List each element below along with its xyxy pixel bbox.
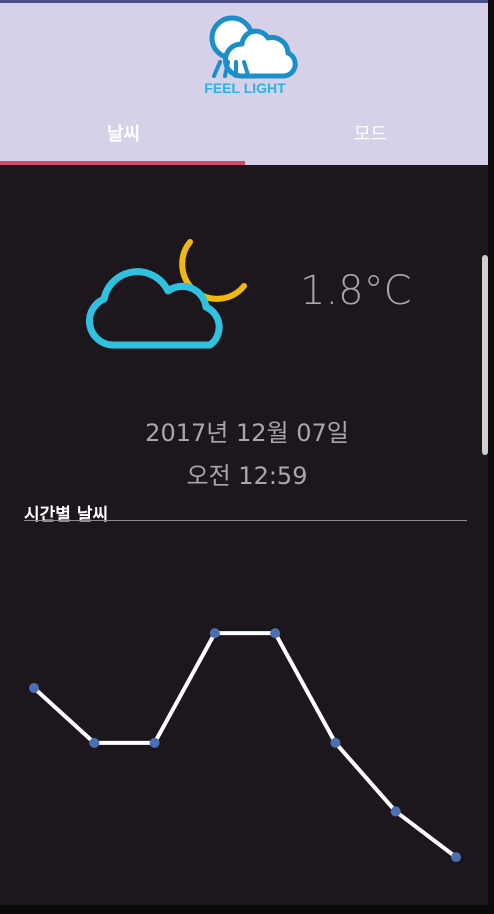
hourly-weather-title: 시간별 날씨 (24, 505, 109, 525)
data-point-8 (451, 852, 461, 863)
active-tab-indicator (0, 161, 245, 165)
data-point-2 (89, 737, 100, 748)
feel-light-logo: FEEL LIGHT (190, 10, 300, 100)
logo-text: FEEL LIGHT (204, 80, 286, 96)
bottom-edge (0, 905, 494, 914)
data-point-5 (270, 628, 281, 639)
tab-mode[interactable]: 모드 (247, 120, 494, 146)
tab-weather[interactable]: 날씨 (0, 120, 247, 146)
current-temperature: 1.8°C (300, 268, 412, 314)
current-time: 오전 12:59 (186, 462, 308, 490)
hourly-temperature-chart (29, 628, 461, 863)
cloud-moon-icon (80, 230, 255, 355)
data-point-1 (29, 683, 39, 693)
status-strip (0, 0, 494, 3)
data-point-6 (330, 737, 341, 748)
section-divider (24, 520, 467, 521)
app-header: FEEL LIGHT 날씨 모드 (0, 0, 494, 165)
data-point-7 (390, 806, 401, 817)
data-point-3 (149, 737, 160, 748)
current-date: 2017년 12월 07일 (145, 419, 349, 447)
data-point-4 (209, 628, 220, 639)
